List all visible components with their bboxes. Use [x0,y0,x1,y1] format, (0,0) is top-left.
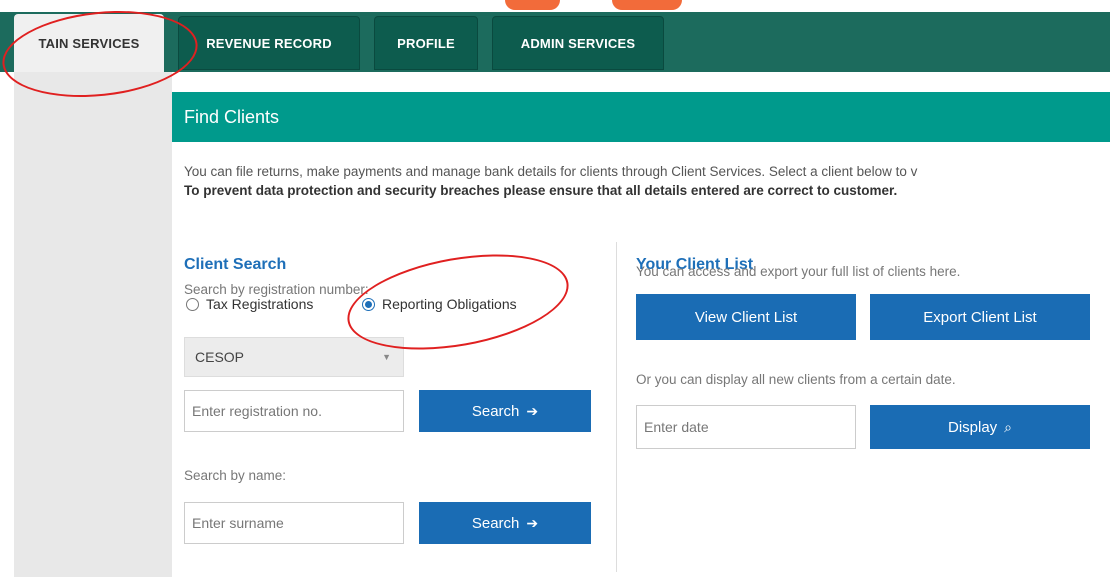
input-placeholder: Enter registration no. [192,403,322,419]
arrow-right-icon: ➔ [526,402,539,419]
input-placeholder: Enter surname [192,515,284,531]
tab-profile[interactable]: PROFILE [374,16,478,70]
tab-label: PROFILE [397,35,455,51]
caret-down-icon: ▼ [382,352,391,362]
radio-label: Tax Registrations [206,296,314,312]
search-name-button[interactable]: Search ➔ [419,502,591,544]
client-list-hint: You can access and export your full list… [636,264,961,279]
logo-fragment [505,0,560,10]
tab-label: ADMIN SERVICES [520,35,636,51]
view-client-list-button[interactable]: View Client List [636,294,856,340]
column-divider [616,242,617,572]
surname-input[interactable]: Enter surname [184,502,404,544]
button-label: Search [471,514,520,532]
input-placeholder: Enter date [644,419,709,435]
left-sidebar [14,72,172,577]
page-title: Find Clients [184,106,280,127]
registration-hint: Search by registration number: [184,282,369,297]
button-label: Search [471,402,520,420]
search-registration-button[interactable]: Search ➔ [419,390,591,432]
dropdown-value: CESOP [195,349,245,365]
display-button[interactable]: Display ⌕ [870,405,1090,449]
registration-number-input[interactable]: Enter registration no. [184,390,404,432]
find-clients-header: Find Clients [172,92,1110,142]
tab-admin-services[interactable]: ADMIN SERVICES [492,16,664,70]
left-margin [0,72,14,577]
button-label: View Client List [694,308,798,326]
button-label: Export Client List [923,308,1037,326]
tab-label: REVENUE RECORD [206,35,332,51]
button-label: Display [947,418,998,436]
client-search-title: Client Search [184,256,287,273]
arrow-right-icon: ➔ [526,514,539,531]
search-icon: ⌕ [1004,418,1013,435]
name-search-hint: Search by name: [184,468,287,483]
radio-button[interactable] [186,297,199,311]
intro-text: You can file returns, make payments and … [184,162,1110,200]
intro-line: You can file returns, make payments and … [184,164,918,179]
obligation-dropdown[interactable]: CESOP ▼ [184,337,404,377]
date-input[interactable]: Enter date [636,405,856,449]
radio-tax-registrations[interactable]: Tax Registrations [186,296,313,312]
intro-warning: To prevent data protection and security … [184,183,898,198]
date-hint: Or you can display all new clients from … [636,372,956,387]
tab-revenue-record[interactable]: REVENUE RECORD [178,16,360,70]
logo-fragment [612,0,682,10]
export-client-list-button[interactable]: Export Client List [870,294,1090,340]
